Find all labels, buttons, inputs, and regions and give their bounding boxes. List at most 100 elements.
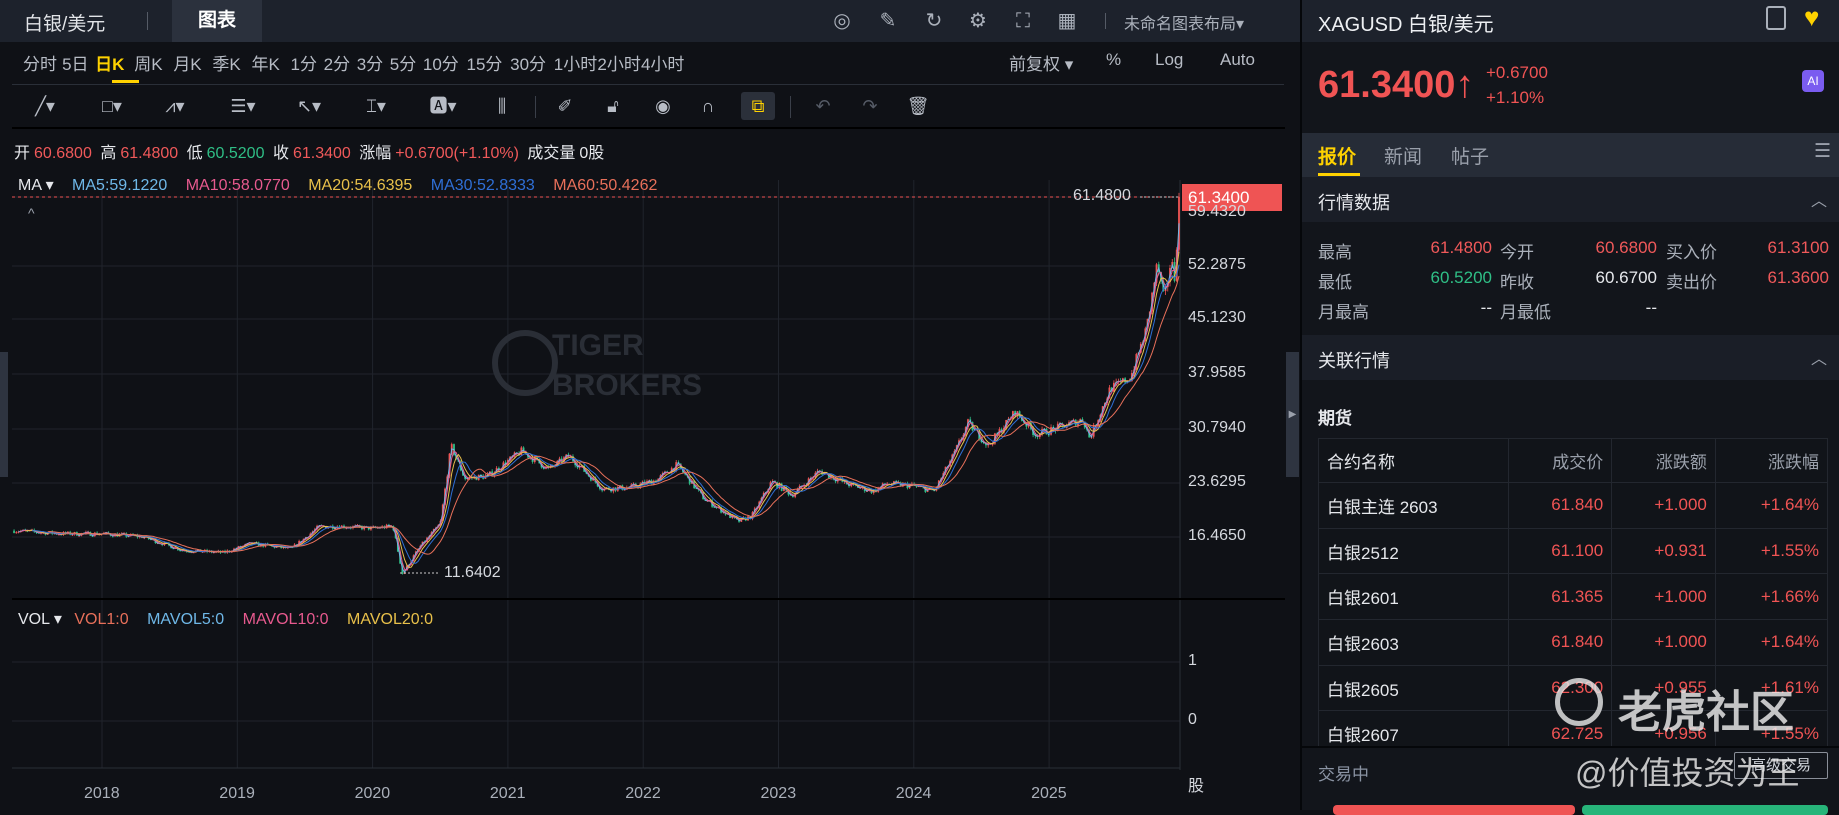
ma60-line [47,275,1180,555]
time-axis-label: 2023 [760,785,797,802]
last-price: 61.3400↑ [1318,64,1475,106]
time-axis-label: 2020 [354,785,391,802]
quote-panel: XAGUSD 白银/美元 ♥ 61.3400↑ +0.6700 +1.10% A… [1300,0,1839,815]
time-axis-label: 2024 [895,785,932,802]
contract-name: 白银2512 [1317,527,1510,575]
month-low-value: -- [1645,298,1657,317]
month-high-value: -- [1480,298,1492,317]
time-axis-label: 2018 [84,785,120,802]
futures-label: 期货 [1318,409,1352,428]
candle [13,530,15,533]
quote-header: XAGUSD 白银/美元 ♥ [1302,0,1839,42]
ask-value: 61.3600 [1767,268,1829,287]
low-marker: 11.6402 [444,564,501,581]
low-value: 60.5200 [1430,268,1492,287]
futures-row[interactable]: 白银2605 62.300 +0.955 +1.61% [1317,664,1829,712]
last-price: 61.840 [1508,482,1613,529]
tiger-logo-icon [492,330,558,396]
contract-name: 白银2603 [1317,619,1510,666]
contract-name: 白银主连 2603 [1317,482,1510,529]
futures-row[interactable]: 白银2607 62.725 +0.956 +1.55% [1317,710,1829,748]
section-related[interactable]: 关联行情 ︿ [1302,335,1839,380]
time-axis-label: 2021 [489,785,526,802]
month-high-label: 月最高 [1318,303,1369,322]
active-tab-underline [1318,173,1360,176]
volume-axis-label: 0 [1188,711,1197,728]
high-label: 最高 [1318,243,1352,262]
col-change: 涨跌额 [1611,438,1716,483]
prev-close-value: 60.6700 [1595,268,1657,287]
futures-row[interactable]: 白银主连 2603 61.840 +1.000 +1.64% [1317,482,1829,529]
futures-row[interactable]: 白银2601 61.365 +1.000 +1.66% [1317,573,1829,621]
change-pct: +1.66% [1714,573,1829,621]
mavol20-value: MAVOL20:0 [347,611,433,628]
futures-row[interactable]: 白银2603 61.840 +1.000 +1.64% [1317,619,1829,666]
vol1-value: VOL1:0 [74,611,129,628]
futures-row[interactable]: 白银2512 61.100 +0.931 +1.55% [1317,527,1829,575]
time-axis-label: 2025 [1031,785,1067,802]
candle [15,532,18,534]
time-axis-label: 2022 [625,785,661,802]
col-contract: 合约名称 [1317,438,1510,483]
ma20-value: MA20:54.6395 [308,177,413,194]
open-value: 60.6800 [1595,238,1657,257]
change-pct: +1.64% [1714,482,1829,529]
candlestick-chart[interactable]: TIGER BROKERS ^ [0,0,1300,810]
quote-tabs: 报价 新闻 帖子 ☰ [1302,133,1839,177]
tab-news[interactable]: 新闻 [1384,142,1422,169]
price-axis-label: 30.7940 [1188,419,1246,436]
col-change-pct: 涨跌幅 [1714,438,1829,483]
last-price: 62.725 [1508,710,1613,748]
bookmark-icon[interactable] [1766,6,1786,30]
bid-value: 61.3100 [1767,238,1829,257]
contract-name: 白银2601 [1317,573,1510,621]
heart-icon[interactable]: ♥ [1804,2,1819,33]
ma10-line [20,242,1180,571]
advanced-trade-button[interactable]: 高级交易 [1734,752,1828,779]
buy-button[interactable] [1333,805,1575,815]
vol-legend[interactable]: VOL ▾ VOL1:0 MAVOL5:0 MAVOL10:0 MAVOL20:… [18,609,433,629]
collapse-chevron-icon[interactable]: ^ [28,205,35,221]
open-label: 今开 [1500,243,1534,262]
chevron-up-icon[interactable]: ︿ [1811,187,1827,211]
ma-indicator-dropdown[interactable]: MA ▾ [18,177,54,194]
menu-icon[interactable]: ☰ [1814,140,1831,163]
high-value: 61.4800 [1430,238,1492,257]
tab-quote[interactable]: 报价 [1318,142,1356,169]
expand-right-handle[interactable]: ▶ [1286,352,1299,477]
price-axis-label: 16.4650 [1188,527,1246,544]
contract-name: 白银2607 [1317,710,1510,748]
volume-unit: 股 [1188,778,1205,795]
change: +1.000 [1611,573,1716,621]
price-axis-label: 59.4320 [1188,203,1246,220]
price-axis-label: 23.6295 [1188,473,1246,490]
mavol10-value: MAVOL10:0 [242,611,329,628]
sell-button[interactable] [1582,805,1828,815]
section-title: 关联行情 [1318,351,1390,371]
left-panel-handle[interactable] [0,352,8,477]
col-price: 成交价 [1508,438,1613,483]
ma10-value: MA10:58.0770 [185,177,290,194]
price-axis-label: 52.2875 [1188,256,1246,273]
price-change: +0.6700 [1486,63,1548,82]
prev-close-label: 昨收 [1500,273,1534,292]
price-axis-label: 45.1230 [1188,309,1246,326]
market-status: 交易中 [1318,765,1369,784]
ma5-value: MA5:59.1220 [72,177,168,194]
tab-posts[interactable]: 帖子 [1451,142,1489,169]
volume-axis-label: 1 [1188,652,1197,669]
ma-legend[interactable]: MA ▾ MA5:59.1220 MA10:58.0770 MA20:54.63… [18,175,671,195]
ma30-line [32,264,1180,564]
ma20-line [25,251,1180,569]
vol-indicator-dropdown[interactable]: VOL ▾ [18,611,62,628]
change: +1.000 [1611,482,1716,529]
ai-assistant-button[interactable]: AI [1802,70,1824,92]
section-quote-data[interactable]: 行情数据 ︿ [1302,177,1839,222]
change: +1.000 [1611,619,1716,666]
price-change-pct: +1.10% [1486,88,1545,107]
change-pct: +1.55% [1714,527,1829,575]
section-title: 行情数据 [1318,193,1390,213]
chevron-up-icon[interactable]: ︿ [1811,345,1827,369]
time-axis-label: 2019 [219,785,255,802]
change-pct: +1.61% [1714,664,1829,712]
